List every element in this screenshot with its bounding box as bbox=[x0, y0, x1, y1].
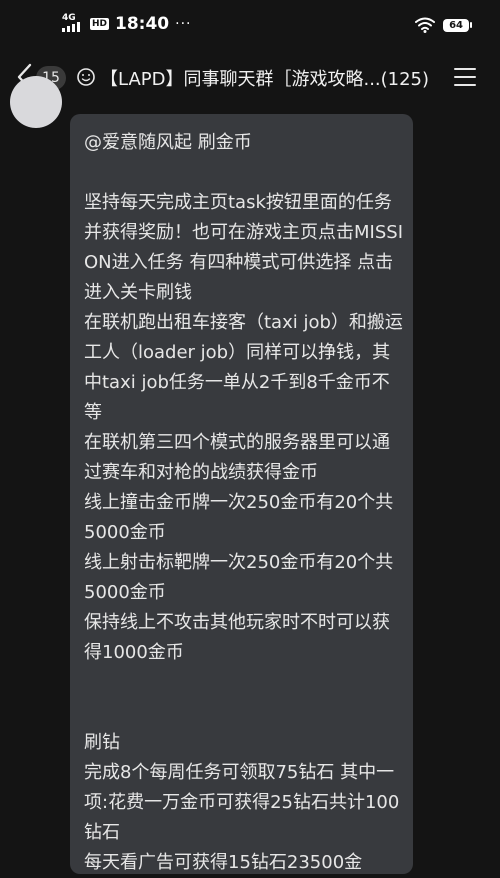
battery-icon: 64 bbox=[443, 18, 472, 32]
chat-title[interactable]: 【LAPD】同事聊天群［游戏攻略...(125) bbox=[100, 65, 450, 91]
status-bar: 4G HD 18:40 ··· 64 bbox=[0, 0, 500, 52]
menu-icon[interactable] bbox=[454, 68, 476, 86]
chat-header: 15 【LAPD】同事聊天群［游戏攻略...(125) bbox=[0, 52, 500, 102]
emoji-face-icon bbox=[77, 68, 95, 86]
battery-level: 64 bbox=[443, 18, 469, 32]
status-left: 4G HD 18:40 ··· bbox=[62, 13, 192, 34]
cellular-signal-icon: 4G bbox=[62, 13, 84, 32]
more-notifications-icon: ··· bbox=[175, 16, 192, 32]
hd-badge: HD bbox=[90, 18, 110, 30]
status-time: 18:40 bbox=[115, 14, 170, 34]
wifi-icon bbox=[415, 17, 436, 33]
status-right: 64 bbox=[415, 17, 472, 33]
message-bubble[interactable]: @爱意随风起 刷金币 坚持每天完成主页task按钮里面的任务并获得奖励！也可在游… bbox=[70, 114, 413, 874]
avatar[interactable] bbox=[10, 76, 62, 128]
message-text: @爱意随风起 刷金币 坚持每天完成主页task按钮里面的任务并获得奖励！也可在游… bbox=[84, 132, 403, 873]
